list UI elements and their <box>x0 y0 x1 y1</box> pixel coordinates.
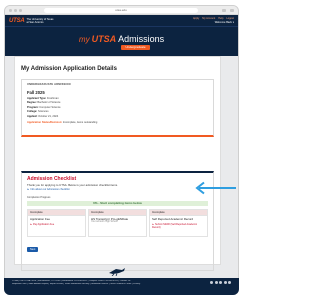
roadrunner-logo-icon <box>109 268 125 276</box>
header-link-logout[interactable]: Logout <box>226 17 234 20</box>
checklist-item-card: Incomplete Self Reported Academic Record… <box>149 208 208 237</box>
tabs-icon[interactable] <box>230 8 234 12</box>
application-type: UNDERGRADUATE ADMISSION <box>27 83 71 86</box>
detail-value: Freshman <box>47 97 59 100</box>
minimize-window-dot[interactable] <box>14 8 17 12</box>
logo-mark: UTSA <box>9 17 25 24</box>
facebook-icon[interactable] <box>210 281 213 284</box>
close-window-dot[interactable] <box>9 8 12 12</box>
detail-label: College: <box>27 110 38 114</box>
detail-value: October 21, 2024 <box>38 114 59 118</box>
detail-value: Computer Science <box>39 105 61 109</box>
callout-arrow-icon <box>195 181 236 195</box>
footer-required-links[interactable]: Required Links | State Auditor Report | … <box>12 283 231 286</box>
checklist-item-card: Incomplete Application Fee ► Pay Applica… <box>27 208 86 237</box>
detail-label: Applied: <box>27 114 38 118</box>
application-status: Application Status/Decision: Incomplete,… <box>27 121 208 124</box>
logo-line-2: at San Antonio <box>26 20 44 24</box>
youtube-icon[interactable] <box>223 281 227 284</box>
logo-text: The University of Texas at San Antonio <box>27 18 54 24</box>
main-content: My Admission Application Details UNDERGR… <box>14 56 221 271</box>
browser-toolbar: utsa.edu <box>5 6 238 15</box>
header-link-account[interactable]: My Account <box>202 17 215 20</box>
application-term: Fall 2025 <box>27 90 45 95</box>
banner-utsa: UTSA <box>91 33 117 44</box>
checklist-item-card: Incomplete HS Transcript / Pro-gENDate Y… <box>88 208 147 237</box>
banner-badge: Undergraduate <box>121 44 150 50</box>
item-body: Self Reported Academic Record ► Submit S… <box>150 216 207 232</box>
site-header: UTSA The University of Texas at San Anto… <box>5 15 238 26</box>
social-links <box>210 281 231 284</box>
progress-bar: 0% - Start completing items below <box>27 200 208 206</box>
detail-value: Sciences <box>37 110 49 114</box>
status-value: Incomplete, items outstanding <box>62 121 98 125</box>
detail-label: Applicant Type: <box>27 97 47 100</box>
item-title: Application Fee <box>30 216 50 221</box>
banner-admissions: Admissions <box>118 33 165 44</box>
pay-application-fee-link[interactable]: ► Pay Application Fee <box>30 223 83 226</box>
next-button[interactable]: Next <box>27 246 39 252</box>
utsa-logo[interactable]: UTSA The University of Texas at San Anto… <box>9 18 53 24</box>
twitter-icon[interactable] <box>214 281 218 284</box>
checklist-items: Incomplete Application Fee ► Pay Applica… <box>27 208 208 237</box>
instagram-icon[interactable] <box>219 281 222 284</box>
progress-label: Completion Progress <box>27 196 51 199</box>
address-bar[interactable]: utsa.edu <box>44 7 198 13</box>
checklist-subtitle: Thank you for applying to UTSA. Below is… <box>27 183 118 187</box>
admission-checklist: Admission Checklist Thank you for applyi… <box>21 171 214 271</box>
submit-srar-link[interactable]: ► Submit SRAR (Self-Reported Academic Re… <box>152 223 205 229</box>
status-label: Application Status/Decision: <box>27 121 63 125</box>
detail-label: Degree: <box>27 101 37 105</box>
header-link-help[interactable]: Help <box>218 17 223 20</box>
detail-row: Applied: October 21, 2024 <box>27 115 208 119</box>
banner-my: my <box>78 34 90 44</box>
site-footer: UTSA | One UTSA Circle | San Antonio, TX… <box>4 278 239 295</box>
item-body: HS Transcript / Pro-gENDate Your school'… <box>89 216 146 227</box>
header-right: Apply My Account Help Logout Welcome Bac… <box>193 17 234 24</box>
checklist-info-link[interactable]: ► Info about our Admission checklist <box>27 188 208 191</box>
item-body: Application Fee ► Pay Application Fee <box>28 216 85 229</box>
application-details: Applicant Type: Freshman Degree: Bachelo… <box>27 97 208 119</box>
detail-label: Program: <box>27 105 39 109</box>
detail-value: Bachelor of Science <box>37 101 61 105</box>
header-link-apply[interactable]: Apply <box>193 17 199 20</box>
welcome-menu[interactable]: Welcome Back ▾ <box>215 21 234 24</box>
checklist-title: Admission Checklist <box>27 176 77 182</box>
item-subtitle: Your school's High School <box>91 221 118 224</box>
zoom-window-dot[interactable] <box>19 8 22 12</box>
header-links: Apply My Account Help Logout <box>193 17 234 20</box>
admissions-banner: my UTSA Admissions Undergraduate <box>5 26 238 56</box>
linkedin-icon[interactable] <box>228 281 231 284</box>
application-card: UNDERGRADUATE ADMISSION Fall 2025 Applic… <box>21 79 214 137</box>
share-icon[interactable] <box>222 8 226 12</box>
banner-title: my UTSA Admissions <box>79 34 164 44</box>
item-title: Self Reported Academic Record <box>152 216 194 221</box>
page-title: My Admission Application Details <box>21 66 117 72</box>
